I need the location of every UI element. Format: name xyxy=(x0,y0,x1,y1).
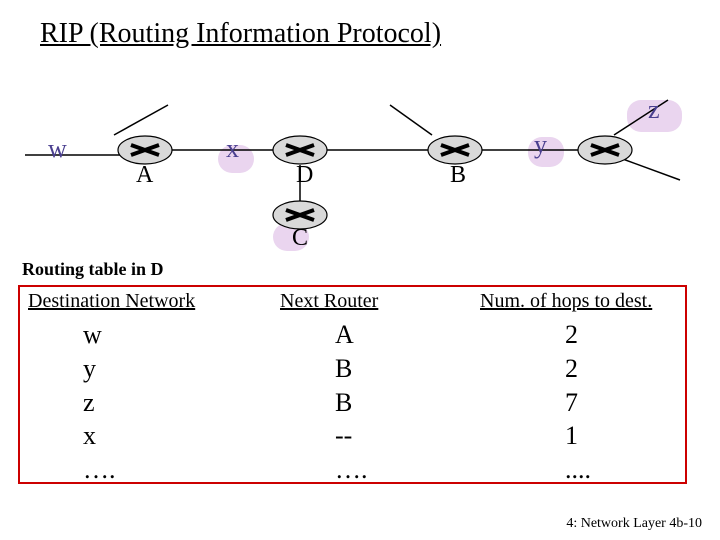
router-label-d: D xyxy=(296,162,313,189)
router-label-b: B xyxy=(450,162,466,189)
col-destination-header: Destination Network xyxy=(28,288,195,314)
table-row: y xyxy=(83,352,195,386)
table-row: .... xyxy=(565,453,652,487)
table-row: B xyxy=(335,386,378,420)
table-row: 2 xyxy=(565,318,652,352)
slide-footer: 4: Network Layer 4b-10 xyxy=(566,516,702,532)
table-row: x xyxy=(83,419,195,453)
table-row: w xyxy=(83,318,195,352)
router-label-a: A xyxy=(136,162,153,189)
net-label-y: y xyxy=(534,130,547,160)
table-row: …. xyxy=(83,453,195,487)
col-next-header: Next Router xyxy=(280,288,378,314)
col-hops: Num. of hops to dest. 2 2 7 1 .... xyxy=(480,288,652,487)
table-row: A xyxy=(335,318,378,352)
slide: RIP (Routing Information Protocol) xyxy=(0,0,720,540)
table-row: -- xyxy=(335,419,378,453)
net-label-w: w xyxy=(48,134,67,164)
col-hops-header: Num. of hops to dest. xyxy=(480,288,652,314)
table-row: 1 xyxy=(565,419,652,453)
table-row: B xyxy=(335,352,378,386)
topology-svg xyxy=(0,0,720,260)
table-row: …. xyxy=(335,453,378,487)
net-label-x: x xyxy=(226,134,239,164)
table-row: 7 xyxy=(565,386,652,420)
col-destination: Destination Network w y z x …. xyxy=(28,288,195,487)
table-row: z xyxy=(83,386,195,420)
table-row: 2 xyxy=(565,352,652,386)
table-caption: Routing table in D xyxy=(22,259,164,280)
net-label-z: z xyxy=(648,95,660,125)
col-next-router: Next Router A B B -- …. xyxy=(280,288,378,487)
router-label-c: C xyxy=(292,225,308,252)
